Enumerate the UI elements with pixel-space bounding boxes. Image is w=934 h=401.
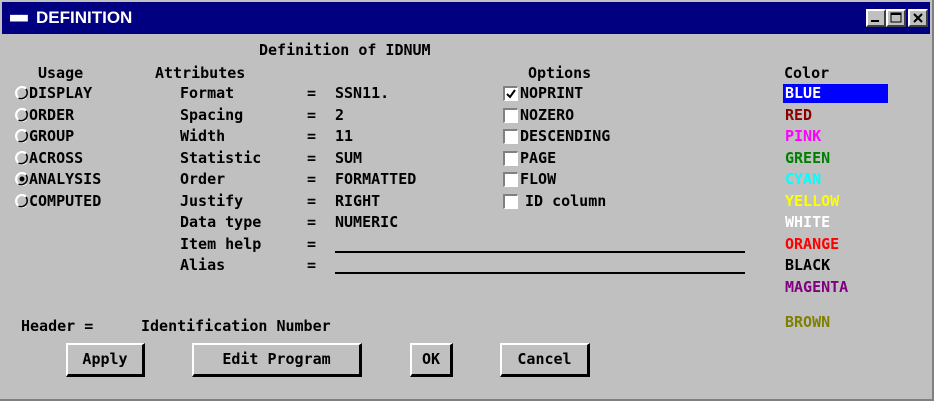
color-item-pink[interactable]: PINK: [785, 127, 821, 145]
attribute-name: Spacing: [180, 105, 244, 124]
color-item-orange[interactable]: ORANGE: [785, 235, 839, 253]
color-item-red[interactable]: RED: [785, 106, 812, 124]
option-checkbox-nozero[interactable]: [503, 107, 518, 123]
equals-sign: =: [307, 84, 317, 102]
option-label: PAGE: [520, 148, 557, 167]
sas-icon[interactable]: ■■■: [10, 11, 28, 24]
equals-sign: =: [307, 127, 317, 145]
attribute-name: Order: [180, 170, 226, 188]
option-checkbox-id-column[interactable]: [503, 193, 518, 209]
usage-label: Usage: [38, 64, 84, 82]
usage-option-label: ACROSS: [29, 148, 84, 167]
attribute-name: Data type: [180, 213, 262, 231]
attribute-name: Statistic: [180, 148, 262, 167]
option-checkbox-descending[interactable]: [503, 129, 518, 144]
usage-option-label: COMPUTED: [29, 191, 102, 210]
title-bar[interactable]: ■■■ DEFINITION: [2, 2, 930, 34]
option-checkbox-page[interactable]: [503, 150, 518, 166]
usage-radio-group[interactable]: [15, 129, 29, 143]
attribute-value[interactable]: FORMATTED: [335, 170, 416, 188]
usage-option-label: DISPLAY: [29, 84, 93, 102]
attributes-label: Attributes: [155, 64, 246, 82]
color-item-cyan[interactable]: CYAN: [785, 170, 821, 188]
minimize-icon: [871, 20, 879, 22]
equals-sign: =: [307, 105, 317, 124]
definition-window: ■■■ DEFINITION Definition of IDNUM Usage…: [0, 0, 934, 401]
option-label: NOPRINT: [520, 84, 584, 102]
attribute-value[interactable]: NUMERIC: [335, 213, 398, 231]
close-button[interactable]: [908, 9, 928, 27]
close-icon: [913, 13, 923, 23]
option-checkbox-noprint[interactable]: [503, 86, 518, 101]
equals-sign: =: [307, 234, 317, 253]
color-item-blue[interactable]: BLUE: [785, 84, 821, 102]
attribute-name: Item help: [180, 234, 262, 253]
option-label: ID column: [525, 191, 607, 210]
attribute-value[interactable]: 11: [335, 127, 353, 145]
attribute-value[interactable]: 2: [335, 106, 344, 124]
usage-radio-computed[interactable]: [15, 193, 29, 208]
color-item-green[interactable]: GREEN: [785, 149, 830, 167]
option-checkbox-flow[interactable]: [503, 172, 518, 187]
attribute-name: Alias: [180, 256, 226, 274]
header-label: Header =: [21, 317, 103, 335]
equals-sign: =: [307, 213, 317, 231]
equals-sign: =: [307, 191, 317, 210]
window-title: DEFINITION: [36, 8, 133, 27]
ok-button[interactable]: OK: [410, 343, 453, 377]
equals-sign: =: [307, 148, 317, 167]
equals-sign: =: [307, 256, 317, 274]
usage-option-label: GROUP: [29, 127, 75, 145]
options-label: Options: [528, 64, 592, 82]
color-item-white[interactable]: WHITE: [785, 213, 830, 231]
color-item-yellow[interactable]: YELLOW: [785, 192, 839, 210]
attribute-name: Width: [180, 127, 226, 145]
color-label: Color: [784, 64, 830, 82]
color-item-brown[interactable]: BROWN: [785, 313, 830, 331]
usage-option-label: ANALYSIS: [29, 170, 102, 188]
attribute-value[interactable]: RIGHT: [335, 192, 380, 210]
dialog-heading: Definition of IDNUM: [259, 41, 431, 59]
color-item-black[interactable]: BLACK: [785, 256, 830, 274]
option-label: DESCENDING: [520, 127, 611, 145]
attribute-input-item-help[interactable]: [335, 250, 745, 253]
cancel-button[interactable]: Cancel: [500, 343, 590, 377]
maximize-icon: [890, 12, 902, 23]
option-label: NOZERO: [520, 105, 575, 124]
attribute-value[interactable]: SUM: [335, 149, 362, 167]
usage-option-label: ORDER: [29, 105, 75, 124]
apply-button[interactable]: Apply: [66, 343, 145, 377]
minimize-button[interactable]: [866, 9, 886, 27]
option-label: FLOW: [520, 170, 557, 188]
color-item-magenta[interactable]: MAGENTA: [785, 278, 848, 296]
maximize-button[interactable]: [886, 9, 906, 27]
usage-radio-display[interactable]: [15, 86, 29, 100]
usage-radio-order[interactable]: [15, 107, 29, 122]
attribute-value[interactable]: SSN11.: [335, 84, 389, 102]
usage-radio-across[interactable]: [15, 150, 29, 165]
attribute-input-alias[interactable]: [335, 272, 745, 274]
attribute-name: Justify: [180, 191, 244, 210]
header-value[interactable]: Identification Number: [141, 317, 331, 335]
usage-radio-analysis[interactable]: [15, 172, 29, 186]
attribute-name: Format: [180, 84, 235, 102]
edit-program-button[interactable]: Edit Program: [192, 343, 362, 377]
equals-sign: =: [307, 170, 317, 188]
